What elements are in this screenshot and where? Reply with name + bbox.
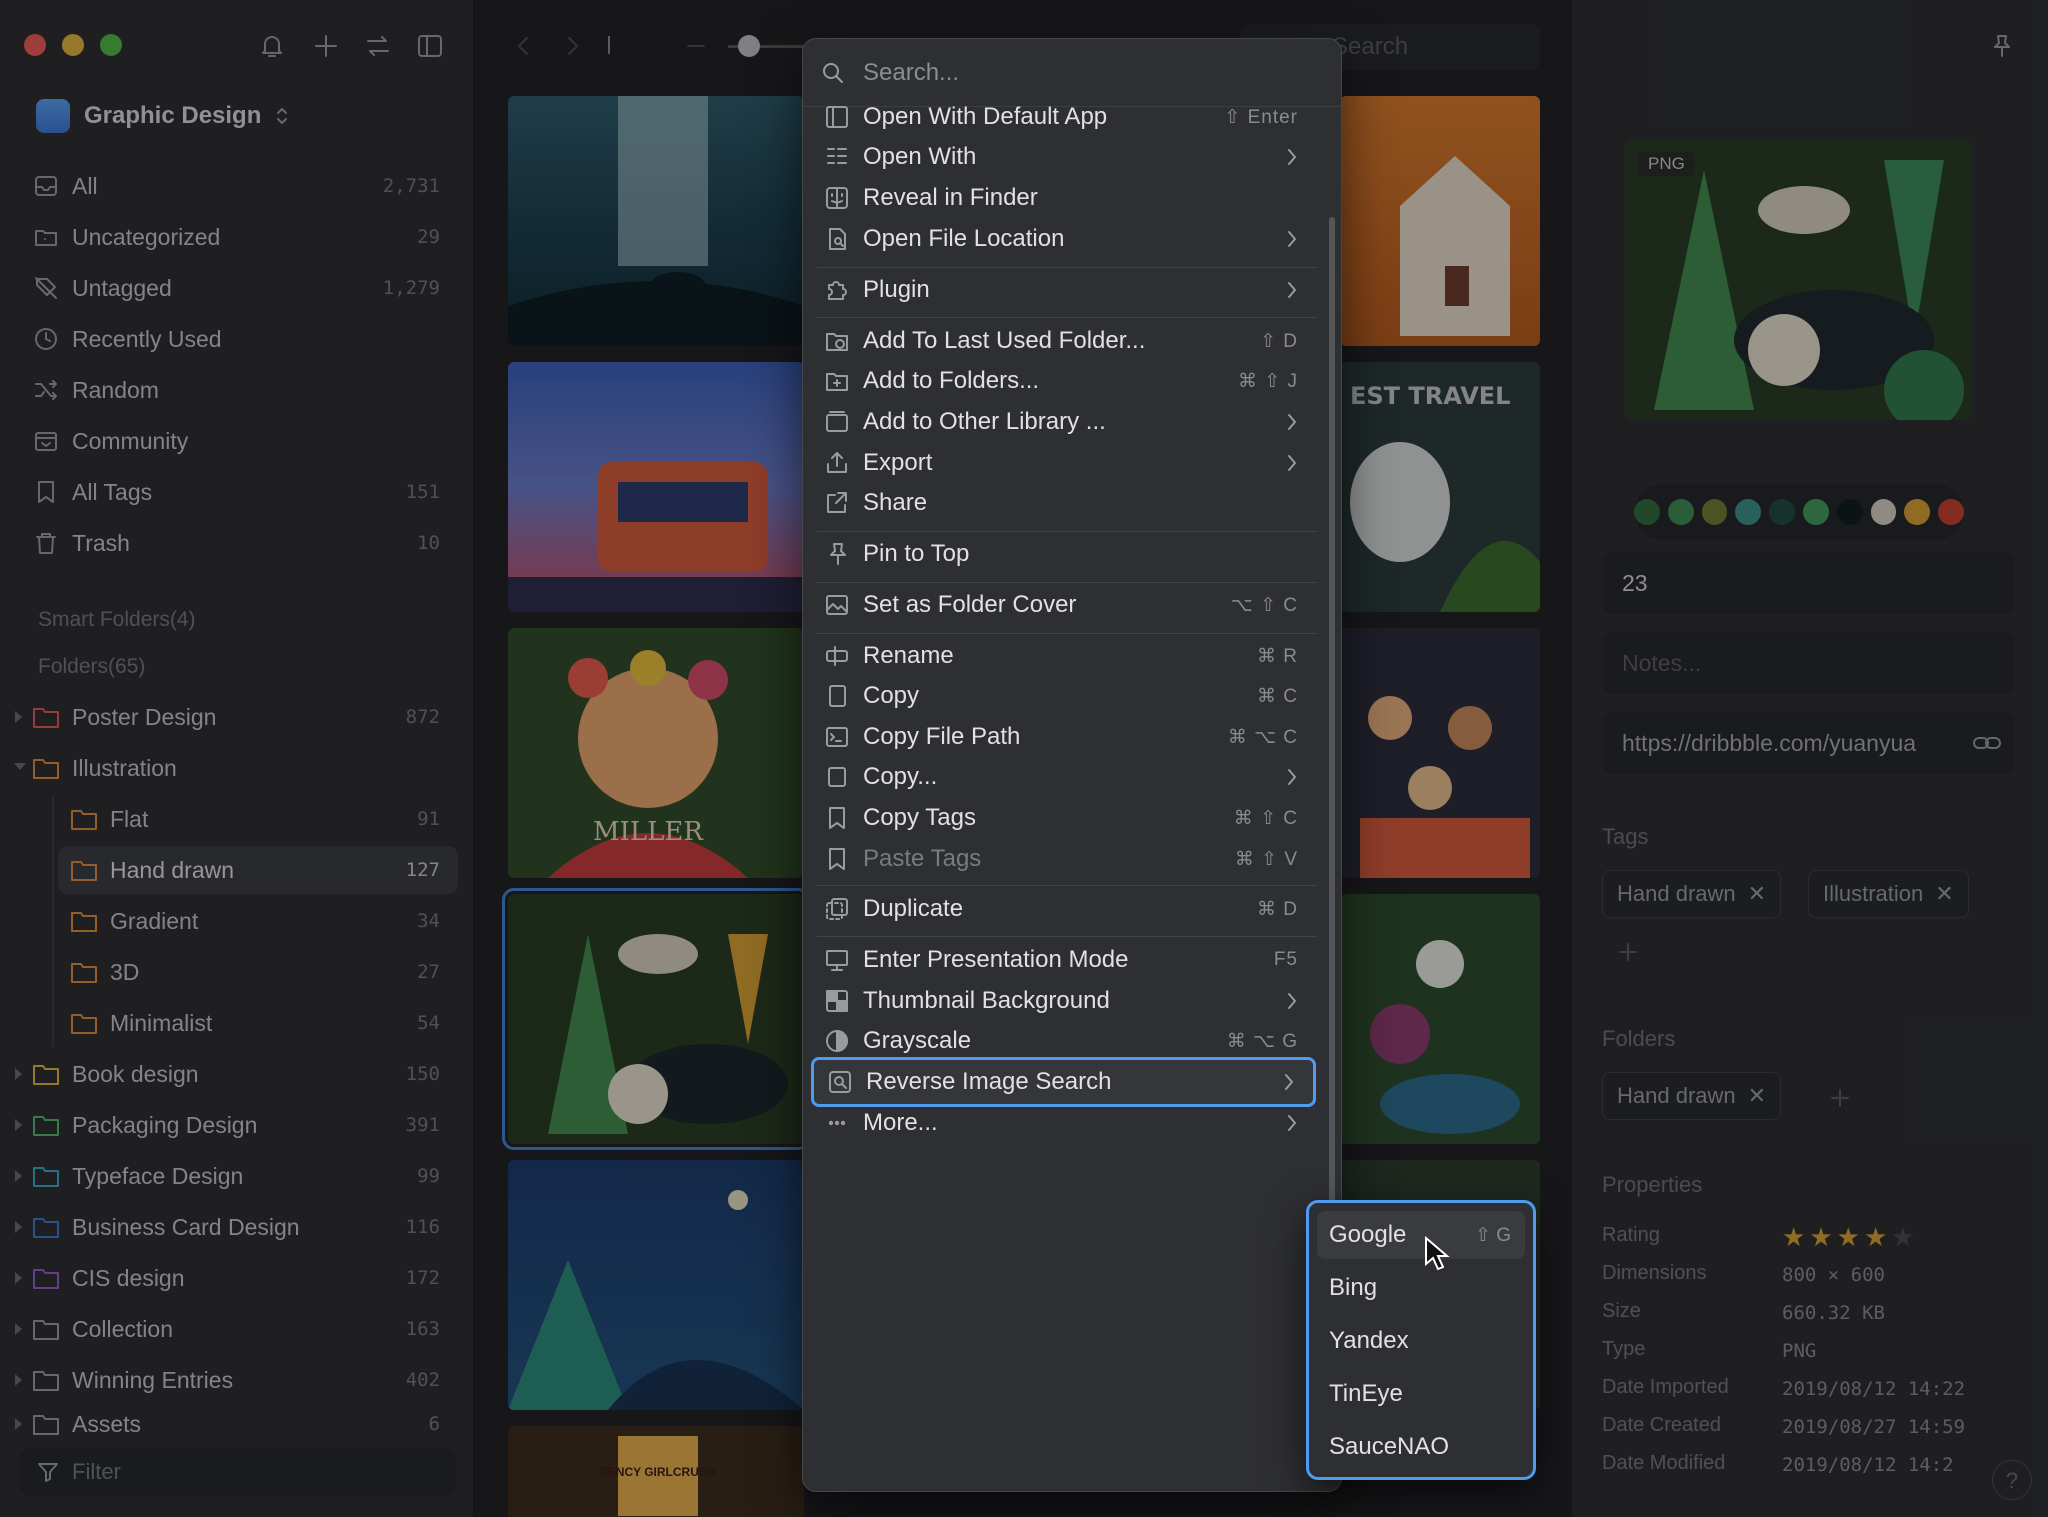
tag-copy-icon (811, 805, 863, 831)
menu-item-label: Copy (863, 682, 920, 709)
presentation-icon (811, 947, 863, 973)
file-search-icon (811, 226, 863, 252)
chevron-right-icon (1286, 147, 1316, 167)
folder-clock-icon (811, 328, 863, 354)
menu-item-label: Set as Folder Cover (863, 591, 1077, 618)
menu-item-set-as-folder-cover[interactable]: Set as Folder Cover ⌥ ⇧ C (811, 580, 1316, 630)
submenu-item-shortcut: ⇧ G (1475, 1224, 1511, 1246)
menu-item-label: More... (863, 1109, 938, 1136)
menu-item-label: Rename (863, 642, 954, 669)
menu-item-label: Add to Folders... (863, 367, 1040, 394)
chevron-right-icon (1286, 453, 1316, 473)
menu-item-shortcut: ⇧ Enter (1224, 106, 1298, 128)
menu-item-label: Copy... (863, 763, 938, 790)
menu-item-label: Open With Default App (863, 103, 1108, 130)
puzzle-icon (811, 277, 863, 303)
menu-item-shortcut: ⌘ ⌥ C (1227, 726, 1298, 748)
menu-item-label: Paste Tags (863, 845, 982, 872)
pin-icon (811, 541, 863, 567)
reverse-search-submenu: Google ⇧ G Bing Yandex TinEye SauceNAO (1306, 1200, 1536, 1480)
finder-icon (811, 185, 863, 211)
menu-item-shortcut: ⌘ ⇧ V (1234, 848, 1298, 870)
submenu-item-label: Bing (1329, 1274, 1378, 1301)
search-icon (823, 62, 843, 83)
menu-item-share[interactable]: Share (811, 478, 1316, 528)
terminal-icon (811, 724, 863, 750)
chevron-right-icon (1286, 991, 1316, 1011)
submenu-item-google[interactable]: Google ⇧ G (1317, 1211, 1525, 1259)
chevron-right-icon (1286, 412, 1316, 432)
mouse-cursor-icon (1425, 1236, 1450, 1271)
copy-more-icon (811, 764, 863, 790)
menu-item-label: Add to Other Library ... (863, 408, 1106, 435)
submenu-item-label: Yandex (1329, 1327, 1409, 1354)
menu-item-label: Pin to Top (863, 540, 970, 567)
submenu-item-label: Google (1329, 1221, 1407, 1248)
menu-search-placeholder: Search... (863, 58, 960, 86)
submenu-item-label: TinEye (1329, 1380, 1403, 1407)
menu-item-label: Duplicate (863, 895, 964, 922)
apps-grid-icon (811, 144, 863, 170)
menu-item-label: Reveal in Finder (863, 184, 1038, 211)
submenu-item-yandex[interactable]: Yandex (1317, 1317, 1525, 1365)
menu-item-plugin[interactable]: Plugin (811, 265, 1316, 315)
submenu-item-bing[interactable]: Bing (1317, 1264, 1525, 1312)
checkerboard-icon (811, 988, 863, 1014)
menu-item-shortcut: ⌘ ⇧ J (1238, 370, 1298, 392)
menu-item-shortcut: ⌘ ⇧ C (1233, 807, 1298, 829)
menu-item-pin-to-top[interactable]: Pin to Top (811, 529, 1316, 579)
menu-item-label: Enter Presentation Mode (863, 946, 1129, 973)
chevron-right-icon (1286, 767, 1316, 787)
menu-item-label: Open File Location (863, 225, 1065, 252)
chevron-right-icon (1286, 229, 1316, 249)
menu-item-label: Thumbnail Background (863, 987, 1110, 1014)
image-search-icon (814, 1069, 866, 1095)
duplicate-icon (811, 896, 863, 922)
menu-item-shortcut: ⌘ ⌥ G (1226, 1030, 1298, 1052)
menu-item-label: Copy File Path (863, 723, 1021, 750)
menu-item-label: Share (863, 489, 928, 516)
menu-item-shortcut: ⇧ D (1260, 330, 1298, 352)
menu-item-label: Plugin (863, 276, 930, 303)
menu-item-label: Open With (863, 143, 977, 170)
menu-item-shortcut: ⌘ R (1257, 645, 1298, 667)
folder-add-icon (811, 368, 863, 394)
library-icon (811, 409, 863, 435)
tag-paste-icon (811, 846, 863, 872)
menu-item-shortcut: ⌘ D (1257, 898, 1298, 920)
open-app-icon (811, 104, 863, 130)
menu-item-more[interactable]: More... (811, 1098, 1316, 1148)
chevron-right-icon (1286, 1113, 1316, 1133)
menu-item-shortcut: ⌥ ⇧ C (1230, 594, 1298, 616)
menu-item-label: Add To Last Used Folder... (863, 327, 1146, 354)
grayscale-icon (811, 1028, 863, 1054)
menu-item-label: Grayscale (863, 1027, 972, 1054)
menu-item-label: Reverse Image Search (866, 1068, 1112, 1095)
submenu-item-label: SauceNAO (1329, 1433, 1450, 1460)
image-cover-icon (811, 592, 863, 618)
submenu-item-tineye[interactable]: TinEye (1317, 1370, 1525, 1418)
menu-item-label: Export (863, 449, 933, 476)
app-window: Graphic Design All 2,731 Uncategorized 2… (0, 0, 2048, 1517)
menu-item-paste-tags: Paste Tags ⌘ ⇧ V (811, 834, 1316, 884)
export-icon (811, 450, 863, 476)
more-icon (811, 1110, 863, 1136)
copy-icon (811, 683, 863, 709)
chevron-right-icon (1286, 280, 1316, 300)
submenu-item-saucenao[interactable]: SauceNAO (1317, 1423, 1525, 1471)
share-icon (811, 490, 863, 516)
chevron-right-icon (1283, 1072, 1313, 1092)
menu-item-shortcut: ⌘ C (1257, 685, 1298, 707)
menu-item-duplicate[interactable]: Duplicate ⌘ D (811, 884, 1316, 934)
menu-item-open-file-location[interactable]: Open File Location (811, 214, 1316, 264)
menu-scrollbar[interactable] (1329, 217, 1335, 1257)
rename-icon (811, 643, 863, 669)
menu-item-label: Copy Tags (863, 804, 976, 831)
context-menu: Search... Open With Default App ⇧ Enter … (802, 38, 1342, 1492)
menu-item-shortcut: F5 (1273, 949, 1298, 970)
